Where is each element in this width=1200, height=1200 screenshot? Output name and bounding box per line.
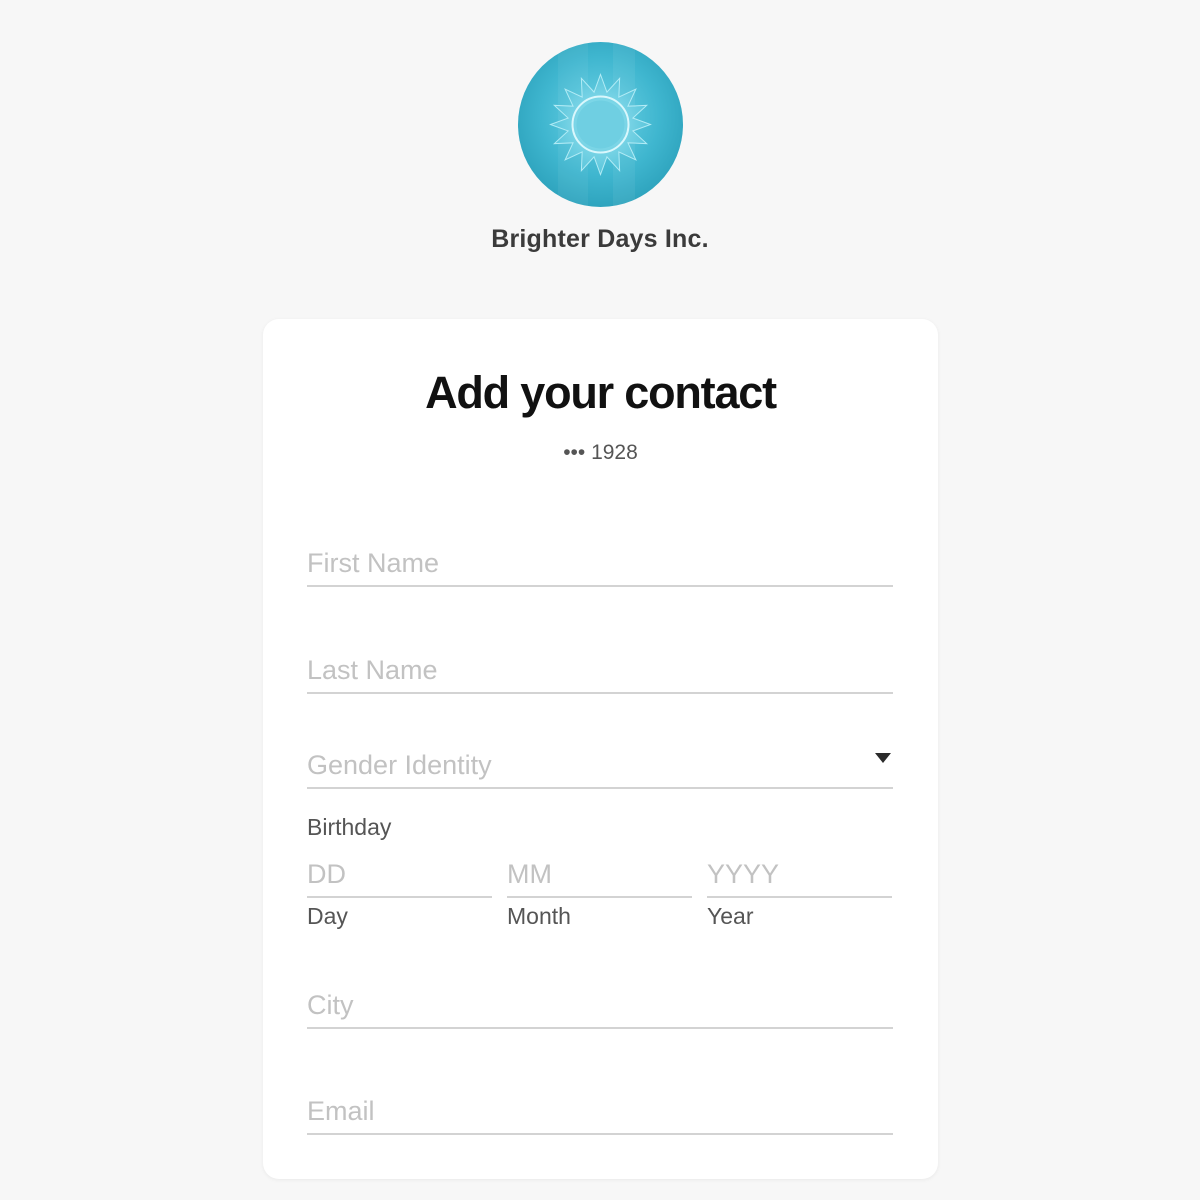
company-logo xyxy=(518,42,683,207)
contact-form-card: Add your contact ••• 1928 Birthday Day M… xyxy=(263,319,938,1179)
birthday-year-label: Year xyxy=(707,903,754,929)
gender-identity-select[interactable] xyxy=(307,739,893,789)
birthday-day-input[interactable] xyxy=(307,859,487,890)
form-title: Add your contact xyxy=(425,367,777,418)
last-name-field xyxy=(307,644,893,694)
caret-down-icon[interactable] xyxy=(875,753,891,763)
birthday-month-input[interactable] xyxy=(507,859,687,890)
last-name-input[interactable] xyxy=(307,655,847,686)
company-name: Brighter Days Inc. xyxy=(491,225,709,253)
birthday-month-label: Month xyxy=(507,903,571,929)
birthday-day-label: Day xyxy=(307,903,348,929)
email-input[interactable] xyxy=(307,1096,847,1127)
birthday-label: Birthday xyxy=(307,814,392,840)
city-field xyxy=(307,979,893,1029)
masked-phone-number: ••• 1928 xyxy=(563,441,638,464)
birthday-day-field xyxy=(307,850,492,898)
first-name-input[interactable] xyxy=(307,548,847,579)
birthday-year-input[interactable] xyxy=(707,859,887,890)
birthday-month-field xyxy=(507,850,692,898)
birthday-year-field xyxy=(707,850,892,898)
first-name-field xyxy=(307,537,893,587)
city-input[interactable] xyxy=(307,990,847,1021)
gender-identity-input[interactable] xyxy=(307,750,847,781)
email-field xyxy=(307,1085,893,1135)
sun-logo-icon xyxy=(518,42,683,207)
